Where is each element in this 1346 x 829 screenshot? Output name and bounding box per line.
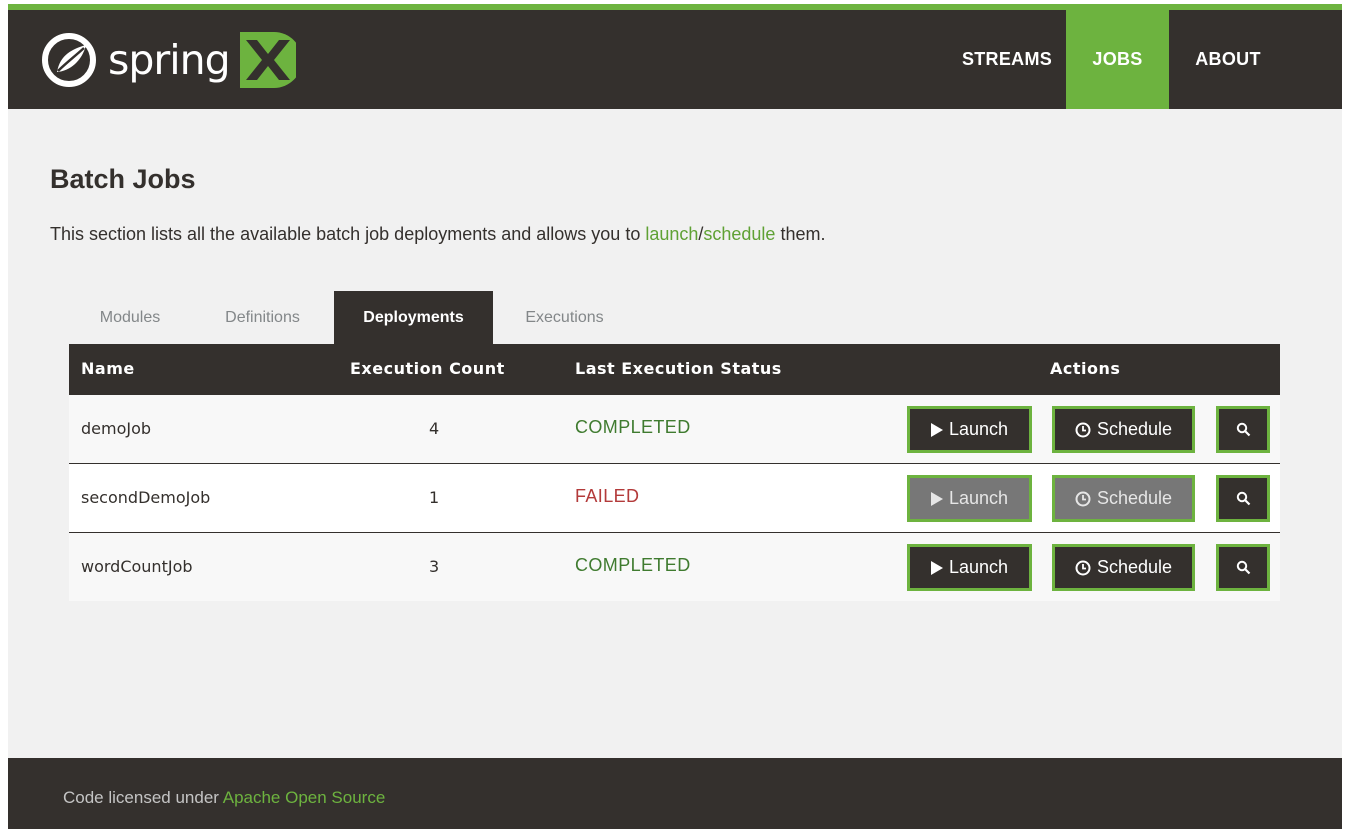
schedule-label: Schedule [1096, 488, 1173, 508]
footer-text: Code licensed under Apache Open Source [63, 788, 385, 808]
job-name: demoJob [81, 419, 152, 438]
header-actions: Actions [1050, 359, 1121, 378]
schedule-label: Schedule [1096, 419, 1173, 439]
page-title: Batch Jobs [50, 164, 196, 194]
main-nav: STREAMS JOBS ABOUT [948, 10, 1342, 109]
play-icon [930, 560, 943, 575]
schedule-button[interactable]: Schedule [1052, 475, 1195, 522]
job-name: wordCountJob [81, 557, 193, 576]
header-last-status: Last Execution Status [575, 359, 782, 378]
details-button[interactable] [1216, 544, 1270, 591]
schedule-button[interactable]: Schedule [1052, 544, 1195, 591]
play-icon [930, 422, 943, 437]
launch-label: Launch [948, 419, 1009, 439]
details-button[interactable] [1216, 475, 1270, 522]
schedule-button[interactable]: Schedule [1052, 406, 1195, 453]
nav-streams[interactable]: STREAMS [948, 10, 1066, 109]
intro-suffix: them. [775, 224, 826, 244]
details-button[interactable] [1216, 406, 1270, 453]
tab-bar: Modules Definitions Deployments Executio… [69, 291, 636, 344]
launch-link[interactable]: launch [645, 224, 698, 244]
tab-deployments[interactable]: Deployments [334, 291, 493, 344]
launch-button[interactable]: Launch [907, 544, 1032, 591]
tab-definitions[interactable]: Definitions [191, 291, 334, 344]
app-frame: spring STREAMS JOBS ABOUT Batch Jobs Thi… [8, 4, 1342, 829]
schedule-label: Schedule [1096, 557, 1173, 577]
logo-text: spring [108, 36, 231, 84]
launch-button[interactable]: Launch [907, 406, 1032, 453]
launch-button[interactable]: Launch [907, 475, 1032, 522]
nav-about[interactable]: ABOUT [1169, 10, 1287, 109]
execution-count: 4 [429, 419, 440, 438]
launch-label: Launch [948, 557, 1009, 577]
header-name: Name [81, 359, 135, 378]
job-name: secondDemoJob [81, 488, 211, 507]
tab-executions[interactable]: Executions [493, 291, 636, 344]
clock-icon [1075, 560, 1091, 575]
navbar: spring STREAMS JOBS ABOUT [8, 10, 1342, 109]
x-logo-icon [239, 32, 296, 88]
header-execution-count: Execution Count [350, 359, 505, 378]
last-execution-status: COMPLETED [575, 555, 691, 575]
execution-count: 3 [429, 557, 440, 576]
spring-logo[interactable]: spring [40, 24, 296, 96]
clock-icon [1075, 491, 1091, 506]
tab-modules[interactable]: Modules [69, 291, 191, 344]
spring-leaf-icon [42, 33, 96, 87]
page-intro: This section lists all the available bat… [50, 224, 825, 245]
last-execution-status: FAILED [575, 486, 640, 506]
footer-prefix: Code licensed under [63, 788, 223, 807]
nav-jobs[interactable]: JOBS [1066, 10, 1169, 109]
search-icon [1236, 560, 1250, 575]
search-icon [1236, 422, 1250, 437]
footer: Code licensed under Apache Open Source [8, 758, 1342, 829]
clock-icon [1075, 422, 1091, 437]
search-icon [1236, 491, 1250, 506]
table-header: Name Execution Count Last Execution Stat… [69, 344, 1280, 395]
launch-label: Launch [948, 488, 1009, 508]
table-row: secondDemoJob 1 FAILED Launch Schedule [69, 464, 1280, 533]
table-row: wordCountJob 3 COMPLETED Launch Schedule [69, 533, 1280, 601]
license-link[interactable]: Apache Open Source [223, 788, 386, 807]
intro-text: This section lists all the available bat… [50, 224, 646, 244]
play-icon [930, 491, 943, 506]
deployments-table: Name Execution Count Last Execution Stat… [69, 344, 1280, 601]
schedule-link[interactable]: schedule [703, 224, 775, 244]
last-execution-status: COMPLETED [575, 417, 691, 437]
table-row: demoJob 4 COMPLETED Launch Schedule [69, 395, 1280, 464]
execution-count: 1 [429, 488, 440, 507]
